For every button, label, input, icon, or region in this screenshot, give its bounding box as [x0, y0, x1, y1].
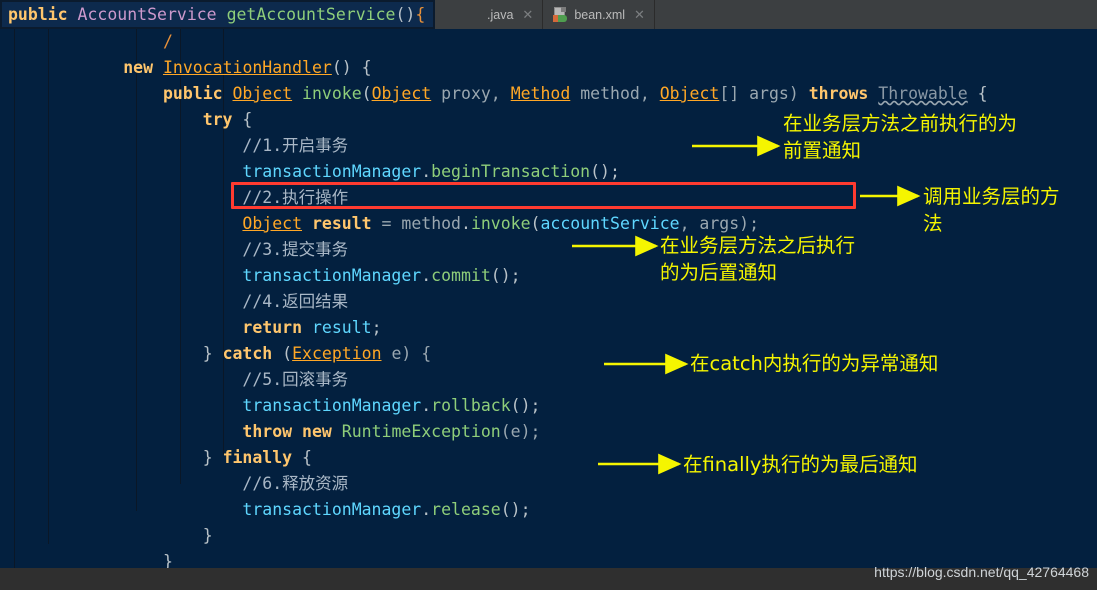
sticky-header-token	[68, 5, 78, 24]
annotation-invoke-target: 调用业务层的方 法	[923, 185, 1060, 235]
sticky-method-header: public AccountService getAccountService(…	[0, 0, 436, 29]
sticky-header-token: (	[395, 5, 406, 24]
sticky-header-token: )	[405, 5, 416, 24]
ide-editor-window: / new InvocationHandler() { public Objec…	[0, 0, 1097, 590]
annotation-before-advice: 在业务层方法之前执行的为 前置通知	[783, 112, 1018, 162]
annotation-final-advice: 在finally执行的为最后通知	[683, 453, 918, 476]
sticky-header-token: public	[8, 5, 68, 24]
sticky-header-token: {	[415, 5, 426, 24]
watermark-url: https://blog.csdn.net/qq_42764468	[874, 564, 1089, 580]
sticky-header-token	[217, 5, 227, 24]
sticky-header-token: getAccountService	[226, 5, 396, 24]
annotation-arrows	[572, 135, 921, 475]
annotation-after-advice: 在业务层方法之后执行 的为后置通知	[660, 234, 856, 284]
sticky-header-token: AccountService	[77, 5, 217, 24]
annotation-exception-advice: 在catch内执行的为异常通知	[690, 352, 939, 375]
